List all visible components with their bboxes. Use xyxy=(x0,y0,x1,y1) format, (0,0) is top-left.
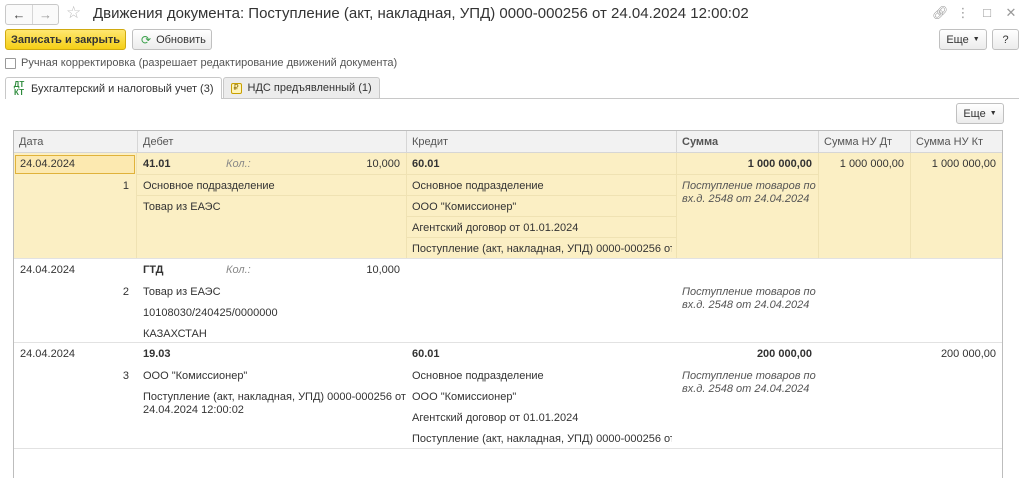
star-icon[interactable]: ☆ xyxy=(66,3,81,23)
debit-subconto: Поступление (акт, накладная, УПД) 0000-0… xyxy=(143,391,406,403)
tab-accounting[interactable]: ДТ КТ Бухгалтерский и налоговый учет (3) xyxy=(5,77,222,99)
more-button[interactable]: Еще ▼ xyxy=(939,29,987,50)
debit-subconto: КАЗАХСТАН xyxy=(143,328,207,340)
title-bar: ← → ☆ Движения документа: Поступление (а… xyxy=(0,0,1024,28)
debit-account: 19.03 xyxy=(143,348,171,360)
register-tabs: ДТ КТ Бухгалтерский и налоговый учет (3) … xyxy=(5,77,380,99)
more-vertical-icon[interactable]: ⋮ xyxy=(956,5,970,21)
credit-account: 60.01 xyxy=(412,348,440,360)
debit-account: ГТД xyxy=(143,264,164,276)
row-date: 24.04.2024 xyxy=(20,348,76,360)
grid-more-button[interactable]: Еще ▼ xyxy=(956,103,1004,124)
debit-subconto: 10108030/240425/0000000 xyxy=(143,307,278,319)
debit-account: 41.01 xyxy=(143,158,171,170)
window-controls: 🔗︎ ⋮ □ ✕ xyxy=(932,5,1018,21)
grid-more-label: Еще xyxy=(963,107,986,120)
content-line: вх.д. 2548 от 24.04.2024 xyxy=(682,193,810,205)
credit-subconto: Агентский договор от 01.01.2024 xyxy=(412,222,579,234)
amount: 1 000 000,00 xyxy=(747,158,812,170)
column-header-amount-nu-dt[interactable]: Сумма НУ Дт xyxy=(818,131,910,153)
credit-subconto: Основное подразделение xyxy=(412,180,544,192)
row-date: 24.04.2024 xyxy=(20,264,76,276)
credit-account: 60.01 xyxy=(412,158,440,170)
forward-button[interactable]: → xyxy=(32,5,58,24)
amount-nu-kt: 200 000,00 xyxy=(940,348,996,360)
save-and-close-button[interactable]: Записать и закрыть xyxy=(5,29,126,50)
credit-subconto: ООО "Комиссионер" xyxy=(412,391,517,403)
row-number: 1 xyxy=(122,180,129,192)
row-number: 2 xyxy=(122,286,129,298)
link-icon[interactable]: 🔗︎ xyxy=(932,5,949,21)
column-header-amount-nu-kt[interactable]: Сумма НУ Кт xyxy=(910,131,1002,153)
row-date: 24.04.2024 xyxy=(20,158,76,170)
vat-icon: ₽ xyxy=(230,82,242,94)
tab-vat-label: НДС предъявленный (1) xyxy=(247,82,372,94)
column-header-date[interactable]: Дата xyxy=(14,131,137,153)
arrow-left-icon: ← xyxy=(12,7,26,22)
more-button-label: Еще xyxy=(946,33,969,46)
table-row[interactable]: 24.04.2024 1 41.01 Кол.: 10,000 Основное… xyxy=(14,153,1002,259)
amount-nu-dt: 1 000 000,00 xyxy=(839,158,904,170)
debit-quantity: 10,000 xyxy=(366,158,400,170)
debit-subconto: ООО "Комиссионер" xyxy=(143,370,248,382)
amount-nu-kt: 1 000 000,00 xyxy=(931,158,996,170)
maximize-icon[interactable]: □ xyxy=(980,5,994,21)
tab-accounting-label: Бухгалтерский и налоговый учет (3) xyxy=(31,82,214,95)
credit-subconto: Основное подразделение xyxy=(412,370,544,382)
quantity-label: Кол.: xyxy=(226,264,251,276)
content-line: вх.д. 2548 от 24.04.2024 xyxy=(682,299,810,311)
back-button[interactable]: ← xyxy=(6,5,32,24)
tab-vat[interactable]: ₽ НДС предъявленный (1) xyxy=(222,77,380,98)
chevron-down-icon: ▼ xyxy=(989,110,997,117)
window-title: Движения документа: Поступление (акт, на… xyxy=(93,5,749,22)
credit-subconto: Агентский договор от 01.01.2024 xyxy=(412,412,579,424)
credit-subconto: Поступление (акт, накладная, УПД) 0000-0… xyxy=(412,243,672,255)
help-button[interactable]: ? xyxy=(992,29,1019,50)
amount: 200 000,00 xyxy=(756,348,812,360)
debit-subconto: Товар из ЕАЭС xyxy=(143,286,221,298)
arrow-right-icon: → xyxy=(39,7,52,22)
column-header-amount[interactable]: Сумма xyxy=(676,131,818,153)
column-header-debit[interactable]: Дебет xyxy=(137,131,406,153)
table-row[interactable]: 24.04.2024 3 19.03 ООО "Комиссионер" Пос… xyxy=(14,343,1002,449)
column-header-credit[interactable]: Кредит xyxy=(406,131,676,153)
navigation-buttons: ← → xyxy=(5,4,59,25)
content-line: Поступление товаров по xyxy=(682,370,816,382)
movements-grid[interactable]: Дата Дебет Кредит Сумма Сумма НУ Дт Сумм… xyxy=(13,130,1003,478)
table-row[interactable]: 24.04.2024 2 ГТД Кол.: 10,000 Товар из Е… xyxy=(14,259,1002,343)
quantity-label: Кол.: xyxy=(226,158,251,170)
manual-correction-option[interactable]: Ручная корректировка (разрешает редактир… xyxy=(5,57,397,69)
dt-kt-icon: ДТ КТ xyxy=(13,79,25,97)
close-icon[interactable]: ✕ xyxy=(1004,5,1018,21)
row-number: 3 xyxy=(122,370,129,382)
debit-subconto: Товар из ЕАЭС xyxy=(143,201,221,213)
manual-correction-label: Ручная корректировка (разрешает редактир… xyxy=(21,57,398,69)
credit-subconto: Поступление (акт, накладная, УПД) 0000-0… xyxy=(412,433,672,445)
manual-correction-checkbox[interactable] xyxy=(5,57,16,69)
refresh-button-label: Обновить xyxy=(156,33,206,46)
chevron-down-icon: ▼ xyxy=(972,36,980,43)
command-bar: Записать и закрыть ⟳ Обновить Еще ▼ ? xyxy=(0,29,1024,53)
content-line: Поступление товаров по xyxy=(682,286,816,298)
content-line: вх.д. 2548 от 24.04.2024 xyxy=(682,383,810,395)
content-line: Поступление товаров по xyxy=(682,180,816,192)
credit-subconto: ООО "Комиссионер" xyxy=(412,201,517,213)
refresh-button[interactable]: ⟳ Обновить xyxy=(132,29,212,50)
refresh-icon: ⟳ xyxy=(141,32,152,47)
debit-subconto: 24.04.2024 12:00:02 xyxy=(143,404,244,416)
debit-subconto: Основное подразделение xyxy=(143,180,275,192)
debit-quantity: 10,000 xyxy=(366,264,400,276)
